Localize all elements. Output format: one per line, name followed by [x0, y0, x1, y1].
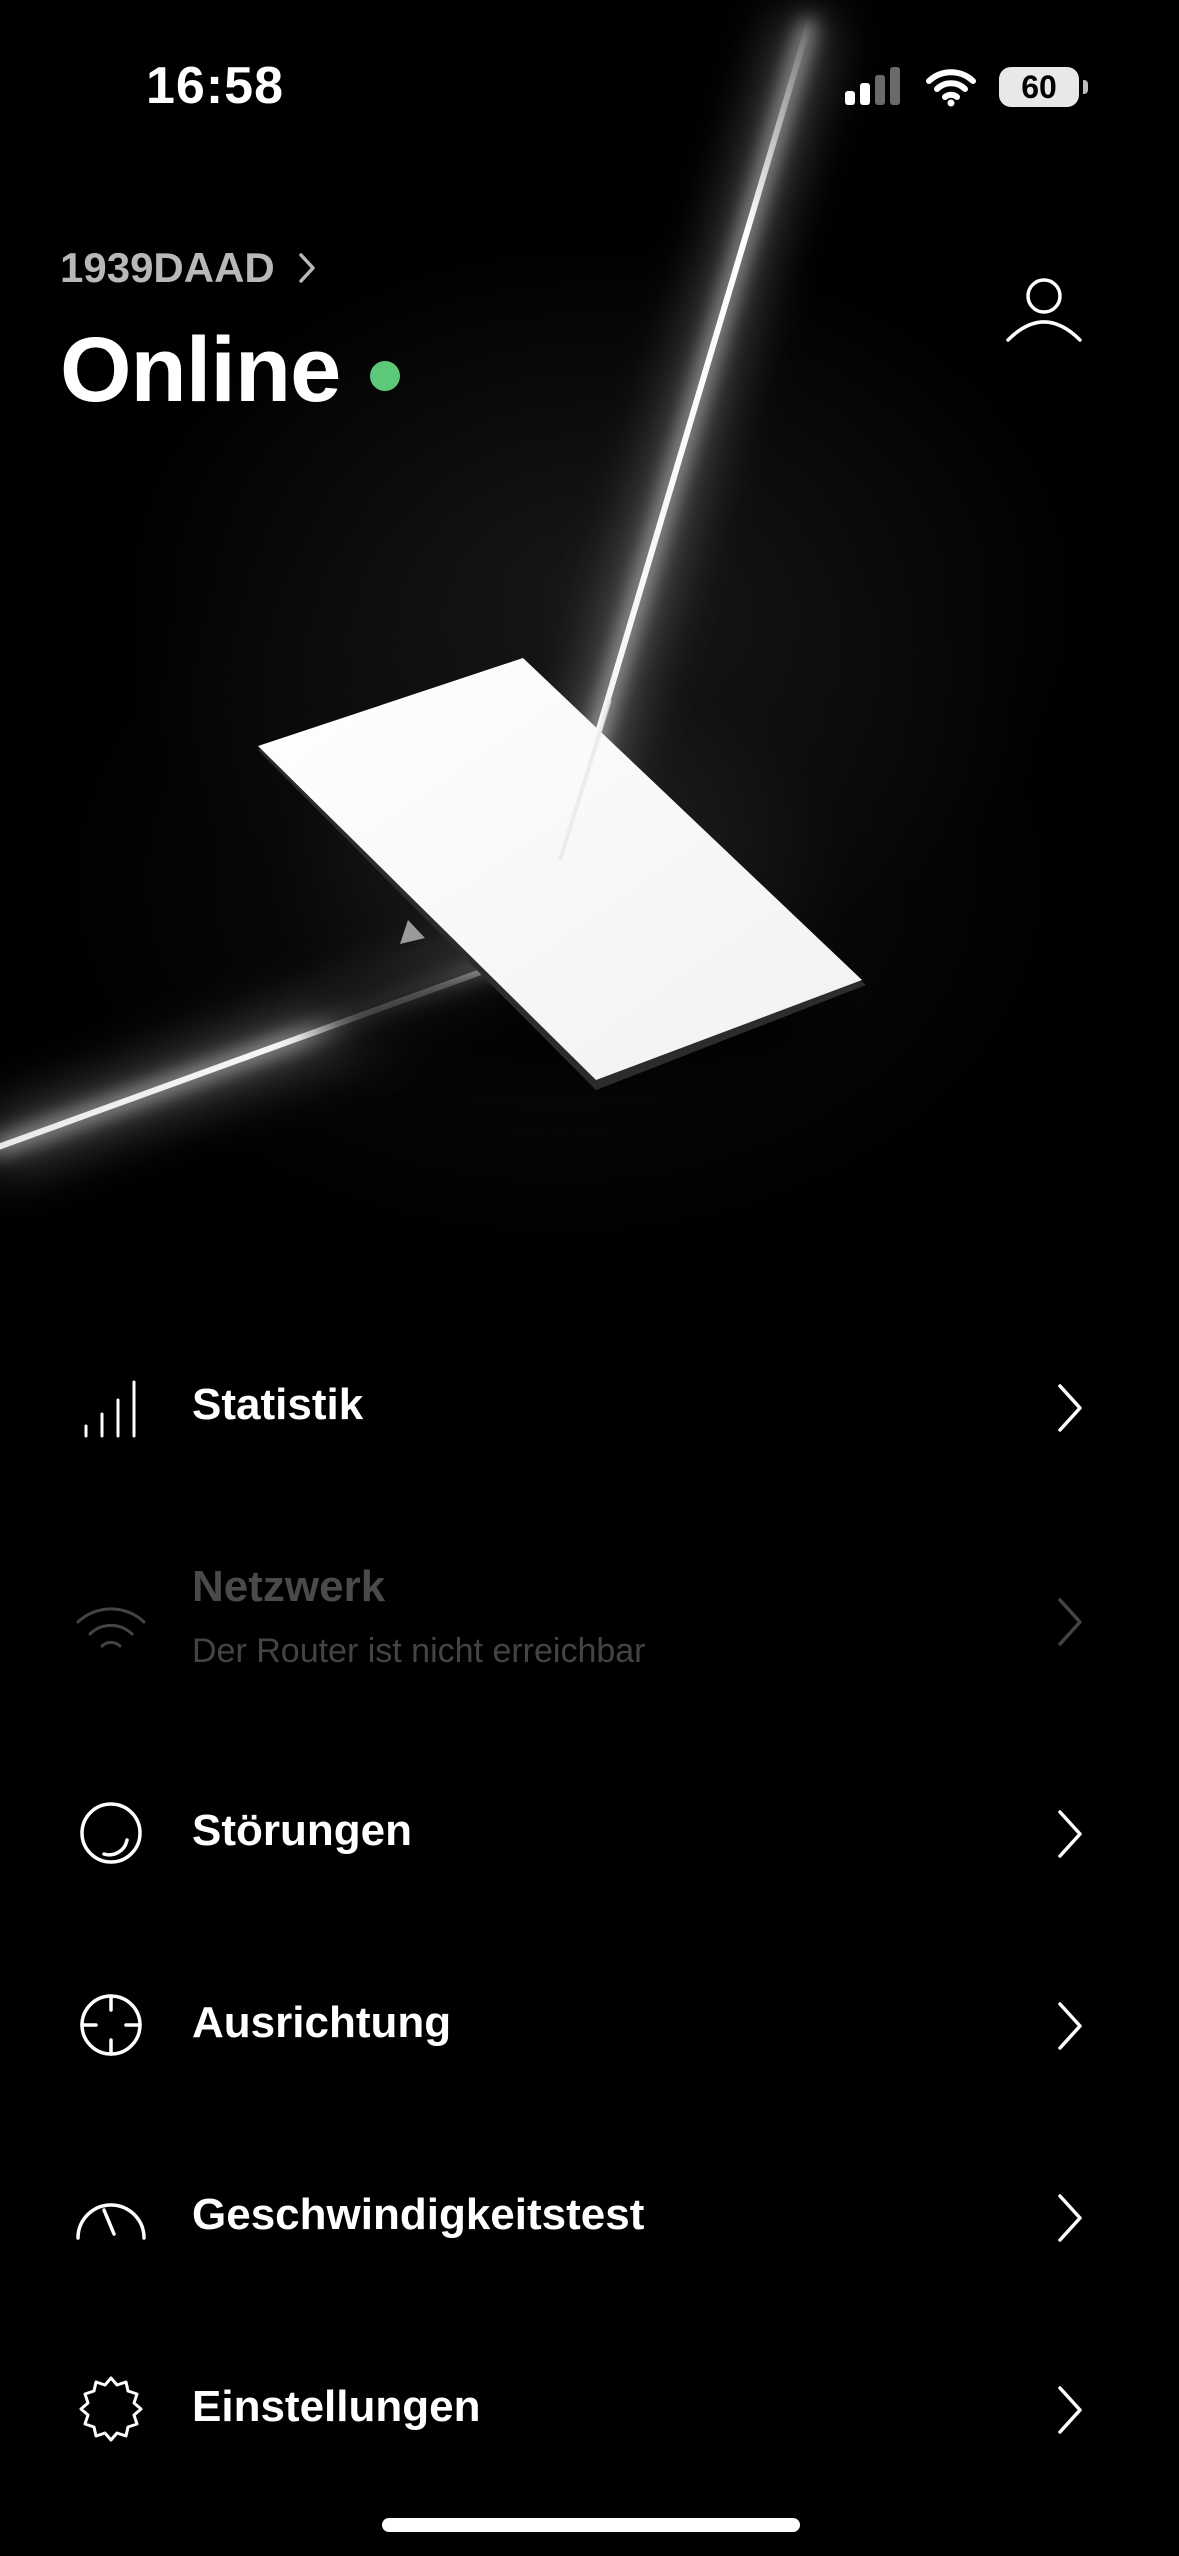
- app-screen: 16:58 60 1939DAAD Online Statistik Netzw…: [0, 0, 1179, 2556]
- chevron-right-icon: [299, 253, 315, 283]
- chevron-right-icon: [1058, 2386, 1082, 2434]
- menu-item-stoerungen[interactable]: Störungen: [0, 1744, 1179, 1924]
- gear-icon: [79, 2376, 143, 2442]
- menu-item-label: Netzwerk: [192, 1562, 386, 1611]
- connection-status: Online: [60, 318, 401, 423]
- menu-item-label: Störungen: [192, 1806, 412, 1855]
- menu-item-label: Geschwindigkeitstest: [192, 2190, 645, 2239]
- chevron-right-icon: [1058, 2194, 1082, 2242]
- status-label: Online: [60, 319, 341, 421]
- menu-item-geschwindigkeitstest[interactable]: Geschwindigkeitstest: [0, 2128, 1179, 2308]
- chevron-right-icon: [1058, 1598, 1082, 1646]
- bar-chart-icon: [84, 1380, 136, 1438]
- chevron-right-icon: [1058, 2002, 1082, 2050]
- menu-item-statistik[interactable]: Statistik: [0, 1318, 1179, 1498]
- speedometer-icon: [76, 2203, 146, 2240]
- cellular-signal-icon: [845, 67, 900, 105]
- battery-icon: 60: [999, 67, 1088, 107]
- status-dot: [370, 360, 401, 391]
- status-time: 16:58: [146, 57, 284, 115]
- status-icons: 60: [843, 62, 1088, 112]
- device-id: 1939DAAD: [60, 244, 275, 291]
- wifi-icon: [926, 69, 976, 107]
- menu-item-einstellungen[interactable]: Einstellungen: [0, 2320, 1179, 2500]
- crosshair-icon: [80, 1994, 142, 2056]
- outage-circle-icon: [80, 1802, 142, 1864]
- wifi-icon: [76, 1607, 146, 1648]
- device-selector[interactable]: 1939DAAD: [60, 244, 317, 292]
- menu-item-sublabel: Der Router ist nicht erreichbar: [192, 1632, 646, 1670]
- home-indicator[interactable]: [382, 2518, 800, 2532]
- person-icon[interactable]: [1004, 276, 1084, 346]
- satellite-dish-illustration: [0, 14, 866, 1168]
- battery-level: 60: [1021, 68, 1057, 105]
- chevron-right-icon: [1058, 1810, 1082, 1858]
- menu-item-ausrichtung[interactable]: Ausrichtung: [0, 1936, 1179, 2116]
- chevron-right-icon: [1058, 1384, 1082, 1432]
- menu-item-label: Einstellungen: [192, 2382, 481, 2431]
- menu-item-label: Statistik: [192, 1380, 364, 1429]
- menu-item-netzwerk[interactable]: Netzwerk Der Router ist nicht erreichbar: [0, 1528, 1179, 1708]
- menu-item-label: Ausrichtung: [192, 1998, 452, 2047]
